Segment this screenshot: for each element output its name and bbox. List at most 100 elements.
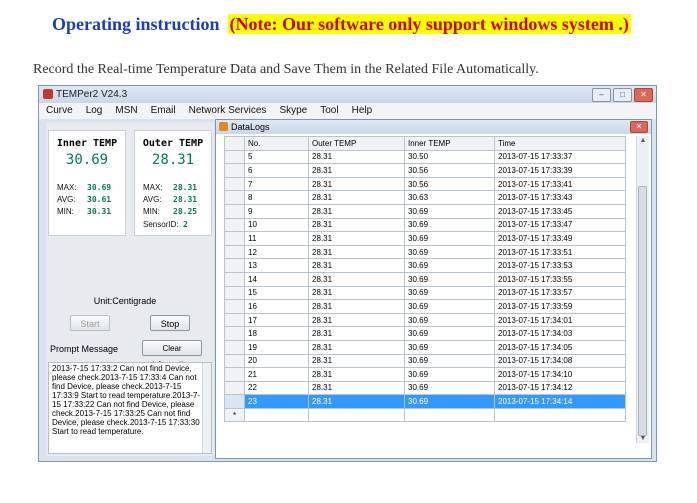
menu-email[interactable]: Email bbox=[144, 103, 182, 116]
cell-no[interactable]: 9 bbox=[244, 203, 309, 219]
cell-time[interactable]: 2013-07-15 17:34:05 bbox=[494, 339, 626, 355]
cell-outer-temp[interactable]: 28.31 bbox=[308, 299, 405, 314]
cell-outer-temp[interactable]: 28.31 bbox=[308, 326, 405, 341]
row-selector[interactable] bbox=[224, 326, 245, 341]
row-selector[interactable] bbox=[224, 339, 245, 355]
cell-outer-temp[interactable]: 28.31 bbox=[308, 271, 405, 287]
scroll-up-icon[interactable]: ▲ bbox=[637, 137, 649, 144]
cell-inner-temp[interactable]: 30.69 bbox=[404, 326, 495, 341]
row-selector[interactable] bbox=[224, 299, 245, 314]
column-header-no[interactable]: No. bbox=[244, 136, 309, 151]
table-row[interactable]: 12 28.31 30.69 2013-07-15 17:33:51 bbox=[224, 244, 626, 260]
stop-button[interactable]: Stop bbox=[150, 315, 190, 331]
cell-no[interactable]: 6 bbox=[244, 163, 309, 178]
menu-msn[interactable]: MSN bbox=[108, 103, 143, 116]
table-row[interactable]: 20 28.31 30.69 2013-07-15 17:34:08 bbox=[224, 353, 626, 369]
table-vertical-scrollbar[interactable]: ▲ ▼ bbox=[636, 136, 649, 443]
cell-time[interactable]: 2013-07-15 17:34:10 bbox=[494, 367, 626, 382]
cell-inner-temp[interactable]: 30.56 bbox=[404, 163, 495, 178]
new-row-cell[interactable] bbox=[404, 407, 495, 423]
scroll-down-icon[interactable]: ▼ bbox=[637, 435, 649, 442]
row-selector[interactable] bbox=[224, 203, 245, 219]
row-selector[interactable] bbox=[224, 380, 245, 396]
cell-outer-temp[interactable]: 28.31 bbox=[308, 231, 405, 246]
row-selector[interactable] bbox=[224, 176, 245, 192]
cell-no[interactable]: 22 bbox=[244, 380, 309, 396]
cell-no[interactable]: 17 bbox=[244, 312, 309, 328]
table-row[interactable]: 10 28.31 30.69 2013-07-15 17:33:47 bbox=[224, 217, 626, 233]
column-header-outer-temp[interactable]: Outer TEMP bbox=[308, 136, 405, 151]
cell-no[interactable]: 19 bbox=[244, 339, 309, 355]
table-row[interactable]: 17 28.31 30.69 2013-07-15 17:34:01 bbox=[224, 312, 626, 328]
cell-inner-temp[interactable]: 30.69 bbox=[404, 244, 495, 260]
new-row-cell[interactable] bbox=[244, 407, 309, 423]
cell-time[interactable]: 2013-07-15 17:33:59 bbox=[494, 299, 626, 314]
table-row[interactable]: 22 28.31 30.69 2013-07-15 17:34:12 bbox=[224, 380, 626, 396]
row-selector[interactable] bbox=[224, 367, 245, 382]
cell-inner-temp[interactable]: 30.69 bbox=[404, 367, 495, 382]
cell-inner-temp[interactable]: 30.69 bbox=[404, 258, 495, 273]
cell-time[interactable]: 2013-07-15 17:34:03 bbox=[494, 326, 626, 341]
cell-time[interactable]: 2013-07-15 17:34:12 bbox=[494, 380, 626, 396]
cell-outer-temp[interactable]: 28.31 bbox=[308, 339, 405, 355]
table-row[interactable]: 7 28.31 30.56 2013-07-15 17:33:41 bbox=[224, 176, 626, 192]
cell-inner-temp[interactable]: 30.69 bbox=[404, 299, 495, 314]
cell-outer-temp[interactable]: 28.31 bbox=[308, 367, 405, 382]
cell-outer-temp[interactable]: 28.31 bbox=[308, 258, 405, 273]
cell-inner-temp[interactable]: 30.63 bbox=[404, 190, 495, 205]
cell-time[interactable]: 2013-07-15 17:33:45 bbox=[494, 203, 626, 219]
cell-inner-temp[interactable]: 30.69 bbox=[404, 231, 495, 246]
table-row[interactable]: 23 28.31 30.69 2013-07-15 17:34:14 bbox=[224, 394, 626, 409]
table-row[interactable]: 19 28.31 30.69 2013-07-15 17:34:05 bbox=[224, 339, 626, 355]
cell-no[interactable]: 18 bbox=[244, 326, 309, 341]
close-button[interactable]: ✕ bbox=[634, 88, 653, 102]
cell-outer-temp[interactable]: 28.31 bbox=[308, 353, 405, 369]
table-row[interactable]: 6 28.31 30.56 2013-07-15 17:33:39 bbox=[224, 163, 626, 178]
start-button[interactable]: Start bbox=[70, 315, 110, 331]
cell-time[interactable]: 2013-07-15 17:33:53 bbox=[494, 258, 626, 273]
cell-inner-temp[interactable]: 30.56 bbox=[404, 176, 495, 192]
menu-network-services[interactable]: Network Services bbox=[182, 103, 273, 116]
cell-time[interactable]: 2013-07-15 17:33:47 bbox=[494, 217, 626, 233]
new-row-cell[interactable] bbox=[494, 407, 626, 423]
cell-no[interactable]: 13 bbox=[244, 258, 309, 273]
prompt-message-box[interactable]: 2013-7-15 17:33:2 Can not find Device, p… bbox=[48, 362, 212, 454]
cell-no[interactable]: 12 bbox=[244, 244, 309, 260]
prompt-scrollbar[interactable] bbox=[202, 363, 211, 453]
cell-time[interactable]: 2013-07-15 17:33:49 bbox=[494, 231, 626, 246]
table-row[interactable]: 9 28.31 30.69 2013-07-15 17:33:45 bbox=[224, 203, 626, 219]
cell-outer-temp[interactable]: 28.31 bbox=[308, 163, 405, 178]
cell-no[interactable]: 8 bbox=[244, 190, 309, 205]
cell-outer-temp[interactable]: 28.31 bbox=[308, 203, 405, 219]
row-selector[interactable] bbox=[224, 149, 245, 165]
cell-no[interactable]: 14 bbox=[244, 271, 309, 287]
cell-outer-temp[interactable]: 28.31 bbox=[308, 217, 405, 233]
row-selector[interactable] bbox=[224, 217, 245, 233]
cell-inner-temp[interactable]: 30.69 bbox=[404, 285, 495, 301]
cell-time[interactable]: 2013-07-15 17:34:01 bbox=[494, 312, 626, 328]
cell-time[interactable]: 2013-07-15 17:33:37 bbox=[494, 149, 626, 165]
table-row[interactable]: 14 28.31 30.69 2013-07-15 17:33:55 bbox=[224, 271, 626, 287]
table-row[interactable]: 16 28.31 30.69 2013-07-15 17:33:59 bbox=[224, 299, 626, 314]
menu-curve[interactable]: Curve bbox=[39, 103, 79, 116]
cell-inner-temp[interactable]: 30.69 bbox=[404, 394, 495, 409]
cell-inner-temp[interactable]: 30.69 bbox=[404, 217, 495, 233]
row-selector[interactable] bbox=[224, 353, 245, 369]
menu-tool[interactable]: Tool bbox=[313, 103, 344, 116]
cell-time[interactable]: 2013-07-15 17:34:08 bbox=[494, 353, 626, 369]
cell-time[interactable]: 2013-07-15 17:33:43 bbox=[494, 190, 626, 205]
new-row[interactable]: * bbox=[224, 407, 626, 423]
column-header-time[interactable]: Time bbox=[494, 136, 626, 151]
cell-inner-temp[interactable]: 30.69 bbox=[404, 312, 495, 328]
cell-outer-temp[interactable]: 28.31 bbox=[308, 380, 405, 396]
table-row[interactable]: 5 28.31 30.50 2013-07-15 17:33:37 bbox=[224, 149, 626, 165]
cell-no[interactable]: 16 bbox=[244, 299, 309, 314]
cell-no[interactable]: 23 bbox=[244, 394, 309, 409]
cell-time[interactable]: 2013-07-15 17:34:14 bbox=[494, 394, 626, 409]
table-row[interactable]: 11 28.31 30.69 2013-07-15 17:33:49 bbox=[224, 231, 626, 246]
table-row[interactable]: 18 28.31 30.69 2013-07-15 17:34:03 bbox=[224, 326, 626, 341]
cell-time[interactable]: 2013-07-15 17:33:55 bbox=[494, 271, 626, 287]
row-selector[interactable] bbox=[224, 231, 245, 246]
new-row-cell[interactable] bbox=[308, 407, 405, 423]
row-selector[interactable] bbox=[224, 244, 245, 260]
